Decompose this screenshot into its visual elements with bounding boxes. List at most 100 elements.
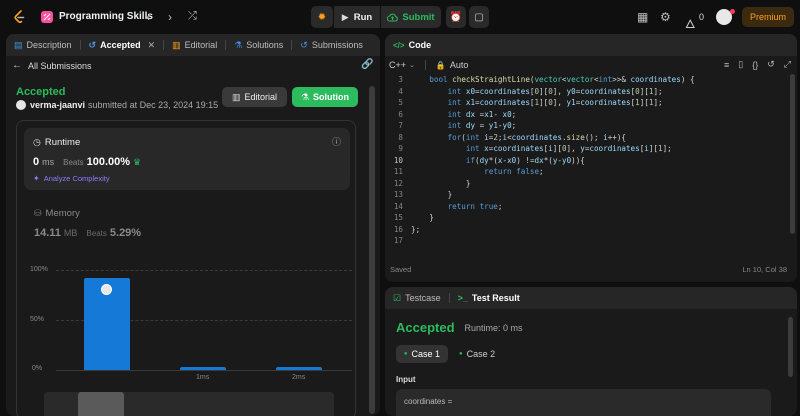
debug-button[interactable]: ✹: [311, 6, 333, 28]
slider-window[interactable]: [78, 392, 124, 416]
shuffle-icon[interactable]: ⤮: [188, 10, 197, 23]
chevron-right-icon[interactable]: ›: [168, 10, 172, 24]
analyze-complexity-link[interactable]: ✦ Analyze Complexity: [33, 174, 110, 183]
history-icon: ↺: [88, 39, 97, 50]
code-line: 15 }: [393, 213, 434, 222]
code-line: 17: [393, 236, 403, 245]
y-tick-label: 50%: [30, 316, 45, 323]
note-icon: ▢: [474, 11, 484, 23]
input-variable: coordinates =: [404, 397, 453, 406]
code-panel: </> Code C++ ⌄ 🔒 Auto ≡ ▯ {} ↺ ⤢ 3 bool …: [385, 34, 797, 282]
code-line: 9 int x=coordinates[i][0], y=coordinates…: [398, 144, 672, 153]
back-link[interactable]: ← All Submissions: [12, 60, 92, 71]
test-result-panel: ☑ Testcase >_ Test Result Accepted Runti…: [385, 287, 797, 416]
code-line: 8 for(int i=2;i<coordinates.size(); i++)…: [398, 132, 626, 142]
layout-icon[interactable]: ▦: [637, 10, 648, 24]
timer-button[interactable]: ⏰: [446, 6, 466, 28]
code-line: 7 int dy = y1-y0;: [398, 121, 517, 130]
code-tab-bar: </> Code: [385, 34, 797, 56]
chart-bar[interactable]: [276, 367, 322, 370]
bookmark-icon[interactable]: ▯: [738, 59, 743, 70]
tab-testcase[interactable]: ☑ Testcase: [385, 293, 449, 304]
flask-icon: ⚗: [234, 39, 243, 50]
chevron-left-icon[interactable]: ‹: [146, 10, 150, 24]
result-summary: Accepted Runtime: 0 ms: [396, 320, 523, 335]
submit-button[interactable]: Submit: [381, 6, 441, 28]
left-scrollbar[interactable]: [369, 86, 375, 414]
chart-bar[interactable]: [180, 367, 226, 370]
tab-submissions[interactable]: ↺ Submissions: [292, 40, 371, 51]
memory-stats: 14.11 MB Beats 5.29%: [34, 227, 142, 239]
tab-editorial[interactable]: ▥ Editorial: [164, 40, 225, 51]
notification-dot: [730, 9, 735, 14]
alarm-icon: ⏰: [449, 11, 463, 23]
editor-scrollbar[interactable]: [790, 74, 795, 234]
code-line: 6 int dx =x1- x0;: [398, 109, 517, 119]
input-box: coordinates =: [396, 389, 771, 416]
fire-icon[interactable]: 🜂: [685, 10, 696, 35]
code-line: 5 int x1=coordinates[1][0], y1=coordinat…: [398, 98, 663, 107]
code-line: 4 int x0=coordinates[0][0], y0=coordinat…: [398, 86, 663, 96]
code-line: 14 return true;: [393, 201, 503, 211]
code-editor[interactable]: 3 bool checkStraightLine(vector<vector<i…: [385, 74, 789, 247]
top-bar: Programming Skills ‹ › ⤮ ✹ ▶ Run Submit …: [0, 0, 800, 34]
toolbar-separator: [424, 60, 426, 70]
editorial-button[interactable]: ▥ Editorial: [222, 87, 287, 107]
code-line: 3 bool checkStraightLine(vector<vector<i…: [398, 75, 695, 84]
crown-icon: ♛: [133, 156, 142, 167]
close-icon[interactable]: ✕: [148, 40, 156, 51]
runtime-header: ◷ Runtime: [33, 137, 81, 148]
tab-test-result[interactable]: >_ Test Result: [450, 293, 528, 303]
code-line: 13 }: [393, 190, 453, 199]
bug-icon: ✹: [317, 11, 327, 23]
history-icon: ↺: [300, 39, 308, 50]
chart-range-slider[interactable]: [44, 392, 334, 416]
notes-button[interactable]: ▢: [469, 6, 489, 28]
x-tick-label: 1ms: [196, 374, 210, 381]
tab-code[interactable]: </> Code: [385, 40, 439, 50]
book-icon: ▥: [172, 39, 181, 50]
memory-header[interactable]: ⛁ Memory: [34, 208, 80, 219]
solution-button[interactable]: ⚗ Solution: [292, 87, 358, 107]
case-1-tab[interactable]: ● Case 1: [396, 345, 448, 363]
runtime-card[interactable]: ◷ Runtime ⓘ 0 ms Beats 100.00% ♛ ✦ Analy…: [24, 128, 350, 190]
expand-icon[interactable]: ⤢: [784, 59, 791, 70]
result-scrollbar[interactable]: [788, 317, 793, 377]
clock-icon: ◷: [33, 137, 41, 147]
book-icon: ▥: [231, 91, 241, 102]
problem-list-title[interactable]: Programming Skills: [59, 11, 153, 22]
chevron-down-icon: ⌄: [409, 62, 415, 69]
code-line: 10 if(dy*(x-x0) !=dx*(y-y0)){: [393, 155, 585, 165]
y-tick-label: 0%: [32, 365, 43, 372]
cursor-position: Ln 10, Col 38: [742, 265, 787, 274]
save-status: Saved: [390, 265, 412, 274]
document-icon: ▤: [14, 39, 23, 50]
premium-button[interactable]: Premium: [742, 7, 794, 27]
memory-icon: ⛁: [34, 208, 42, 218]
submission-meta: verma-jaanvi submitted at Dec 23, 2024 1…: [16, 100, 218, 110]
submission-panel: ▤ Description ↺ Accepted ✕ ▥ Editorial ⚗…: [6, 34, 380, 416]
case-2-tab[interactable]: ● Case 2: [459, 345, 495, 363]
tab-solutions[interactable]: ⚗ Solutions: [226, 40, 291, 51]
status-dot-icon: ●: [403, 351, 408, 357]
language-select[interactable]: C++ ⌄: [389, 60, 415, 70]
tab-description[interactable]: ▤ Description: [6, 40, 80, 51]
result-tab-bar: ☑ Testcase >_ Test Result: [385, 287, 797, 309]
format-icon[interactable]: ≡: [724, 60, 729, 70]
auto-mode[interactable]: 🔒 Auto: [436, 60, 468, 70]
checkbox-icon: ☑: [393, 292, 402, 303]
tab-accepted[interactable]: ↺ Accepted ✕: [81, 40, 164, 51]
cloud-upload-icon: [387, 13, 399, 21]
problem-list-icon[interactable]: [41, 11, 53, 23]
username[interactable]: verma-jaanvi: [30, 100, 85, 110]
left-tab-bar: ▤ Description ↺ Accepted ✕ ▥ Editorial ⚗…: [6, 34, 380, 56]
user-avatar[interactable]: [16, 100, 26, 110]
reset-icon[interactable]: ↺: [767, 59, 775, 70]
gear-icon[interactable]: ⚙: [660, 10, 671, 24]
input-label: Input: [396, 375, 416, 384]
run-button[interactable]: ▶ Run: [334, 6, 380, 28]
info-icon[interactable]: ⓘ: [332, 135, 341, 148]
braces-icon[interactable]: {}: [752, 60, 758, 70]
link-icon[interactable]: 🔗: [361, 59, 373, 70]
leetcode-logo-icon[interactable]: [13, 10, 25, 24]
